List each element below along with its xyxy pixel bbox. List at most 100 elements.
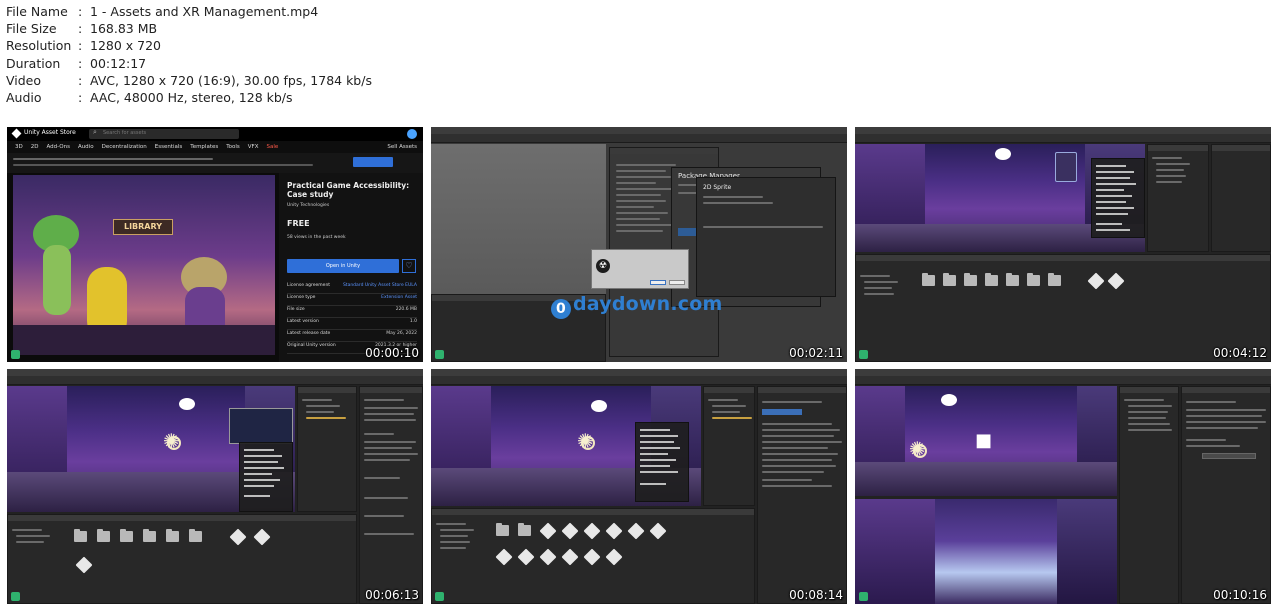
- prefab-cube-icon[interactable]: [517, 548, 535, 566]
- prefab-cube-icon[interactable]: [253, 528, 271, 546]
- prefab-cube-icon[interactable]: [495, 548, 513, 566]
- avatar[interactable]: [407, 129, 417, 139]
- settings-line: [616, 212, 668, 214]
- folder-icon[interactable]: [943, 273, 956, 286]
- nav-item[interactable]: Essentials: [155, 141, 183, 153]
- store-brand: Unity Asset Store: [24, 129, 76, 136]
- prefab-cube-icon[interactable]: [1107, 272, 1125, 290]
- ground-image: [13, 325, 275, 355]
- hierarchy-line: [1156, 169, 1184, 171]
- folder-icon[interactable]: [518, 523, 531, 536]
- nav-item-sale[interactable]: Sale: [267, 141, 279, 153]
- thumbnail-6[interactable]: ■ 00:10:16: [855, 369, 1271, 604]
- camera-preview: [229, 408, 293, 444]
- asset-preview-image[interactable]: LIBRARY: [13, 175, 275, 355]
- prefab-cube-icon[interactable]: [627, 522, 645, 540]
- folder-icon[interactable]: [97, 529, 110, 542]
- thumbnail-5[interactable]: 00:08:14: [431, 369, 847, 604]
- prefab-cube-icon[interactable]: [539, 548, 557, 566]
- folder-icon[interactable]: [143, 529, 156, 542]
- folder-icon[interactable]: [166, 529, 179, 542]
- folder-icon[interactable]: [496, 523, 509, 536]
- nav-item[interactable]: Tools: [226, 141, 240, 153]
- inspector-panel: [359, 386, 423, 604]
- folder-icon[interactable]: [1048, 273, 1061, 286]
- nav-item[interactable]: Templates: [190, 141, 218, 153]
- thumbnail-timestamp: 00:10:16: [1213, 588, 1267, 602]
- scene-overlay-menu[interactable]: [635, 422, 689, 502]
- camera-gizmo-icon[interactable]: ■: [975, 430, 992, 451]
- panel-header: [758, 387, 846, 393]
- info-separator: :: [78, 55, 83, 71]
- directional-light-icon[interactable]: [577, 429, 595, 453]
- hierarchy-line: [1152, 157, 1182, 159]
- folder-icon[interactable]: [985, 273, 998, 286]
- hierarchy-line: [306, 417, 346, 419]
- write-review-button[interactable]: [353, 157, 393, 167]
- prefab-cube-icon[interactable]: [229, 528, 247, 546]
- nav-item[interactable]: Decentralization: [102, 141, 147, 153]
- project-tree-line: [440, 541, 470, 543]
- prefab-cube-icon[interactable]: [1087, 272, 1105, 290]
- prefab-cube-icon[interactable]: [539, 522, 557, 540]
- scene-view[interactable]: [855, 144, 1145, 252]
- scene-view[interactable]: [7, 386, 295, 512]
- favorite-heart-icon[interactable]: ♡: [402, 259, 416, 273]
- inspector-line: [364, 453, 418, 455]
- open-in-unity-button[interactable]: Open in Unity: [287, 259, 399, 273]
- hierarchy-line: [302, 399, 332, 401]
- scene-overlay-menu[interactable]: [239, 442, 293, 512]
- detail-key: License type: [287, 295, 316, 300]
- thumbnail-4[interactable]: 00:06:13: [7, 369, 423, 604]
- scene-view[interactable]: [431, 386, 701, 506]
- project-tree-line: [864, 293, 894, 295]
- prefab-cube-icon[interactable]: [605, 522, 623, 540]
- folder-icon[interactable]: [120, 529, 133, 542]
- inspector-line: [762, 485, 832, 487]
- prefab-cube-icon[interactable]: [605, 548, 623, 566]
- detail-value[interactable]: Extension Asset: [381, 295, 417, 300]
- package-name: 2D Sprite: [703, 184, 732, 191]
- scene-view[interactable]: [431, 144, 606, 294]
- add-component-button[interactable]: [1202, 453, 1256, 459]
- folder-icon[interactable]: [964, 273, 977, 286]
- project-tree-line: [16, 541, 44, 543]
- folder-icon[interactable]: [74, 529, 87, 542]
- prefab-cube-icon[interactable]: [561, 522, 579, 540]
- dialog-cancel-button[interactable]: [669, 280, 685, 285]
- inspector-button[interactable]: [762, 409, 802, 415]
- folder-icon[interactable]: [1006, 273, 1019, 286]
- nav-item[interactable]: VFX: [248, 141, 259, 153]
- directional-light-icon[interactable]: [163, 429, 181, 453]
- inspector-line: [364, 447, 412, 449]
- prefab-cube-icon[interactable]: [75, 556, 93, 574]
- hierarchy-line: [708, 399, 738, 401]
- settings-line: [616, 182, 656, 184]
- nav-sell-assets[interactable]: Sell Assets: [387, 141, 417, 153]
- prefab-cube-icon[interactable]: [649, 522, 667, 540]
- thumbnail-1[interactable]: Unity Asset Store ⌕ Search for assets 3D…: [7, 127, 423, 362]
- prefab-cube-icon[interactable]: [561, 548, 579, 566]
- asset-author[interactable]: Unity Technologies: [287, 203, 329, 208]
- detail-value[interactable]: Standard Unity Asset Store EULA: [343, 283, 417, 288]
- info-value: 1280 x 720: [90, 38, 162, 54]
- prefab-cube-icon[interactable]: [583, 548, 601, 566]
- nav-item[interactable]: Add-Ons: [46, 141, 69, 153]
- nav-item[interactable]: 3D: [15, 141, 23, 153]
- folder-icon[interactable]: [1027, 273, 1040, 286]
- thumbnail-2[interactable]: Package Manager 2D Sprite ☢ 0 daydown.com…: [431, 127, 847, 362]
- thumbnail-3[interactable]: 00:04:12: [855, 127, 1271, 362]
- nav-item[interactable]: Audio: [78, 141, 94, 153]
- folder-icon[interactable]: [922, 273, 935, 286]
- info-row-file-name: File Name:1 - Assets and XR Management.m…: [6, 3, 372, 20]
- scene-view[interactable]: ■: [855, 386, 1117, 496]
- scene-overlay-menu[interactable]: [1091, 158, 1145, 238]
- directional-light-icon[interactable]: [909, 437, 927, 461]
- game-view[interactable]: [855, 499, 1117, 604]
- nav-item[interactable]: 2D: [31, 141, 39, 153]
- prefab-cube-icon[interactable]: [583, 522, 601, 540]
- inspector-line: [762, 423, 832, 425]
- asset-title: Practical Game Accessibility: Case study: [287, 181, 410, 199]
- folder-icon[interactable]: [189, 529, 202, 542]
- dialog-ok-button[interactable]: [650, 280, 666, 285]
